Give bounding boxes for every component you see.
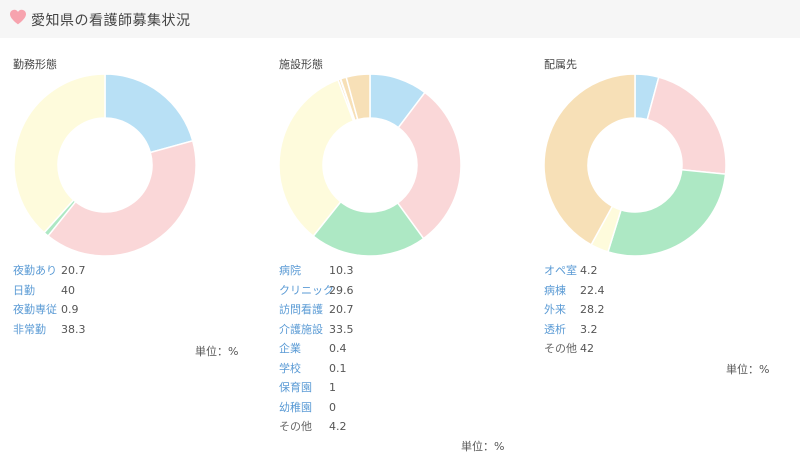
legend-label-link[interactable]: 夜勤専従 — [13, 300, 61, 320]
heart-icon — [10, 9, 26, 25]
legend-value: 42 — [580, 342, 594, 355]
legend-item: その他 42 — [544, 339, 605, 359]
legend-item: 夜勤専従 0.9 — [13, 300, 86, 320]
legend-item: その他 4.2 — [279, 417, 354, 437]
legend-label-link[interactable]: オペ室 — [544, 261, 580, 281]
donut-chart-facility-type — [278, 73, 462, 257]
donut-chart-work-style — [13, 73, 197, 257]
legend-item: 日勤 40 — [13, 281, 86, 301]
legend-item: 保育園 1 — [279, 378, 354, 398]
legend-item: 企業 0.4 — [279, 339, 354, 359]
legend-label-link[interactable]: 病棟 — [544, 281, 580, 301]
legend-label-link[interactable]: 幼稚園 — [279, 398, 329, 418]
legend-facility-type: 病院 10.3 クリニック29.6 訪問看護 20.7 介護施設 33.5 企業 0.4 学校 0.… — [279, 261, 354, 437]
legend-value: 22.4 — [580, 283, 605, 297]
unit-label-department: 単位：% — [726, 363, 770, 376]
legend-item: 透析 3.2 — [544, 320, 605, 340]
legend-value: 38.3 — [61, 322, 86, 336]
legend-label-link[interactable]: クリニック — [279, 281, 334, 301]
legend-item: 幼稚園 0 — [279, 398, 354, 418]
slice-0-3 — [13, 73, 106, 234]
legend-item: オペ室 4.2 — [544, 261, 605, 281]
legend-label-link[interactable]: 非常勤 — [13, 320, 61, 340]
chart-title-facility-type: 施設形態 — [279, 58, 323, 71]
legend-label-link[interactable]: 訪問看護 — [279, 300, 329, 320]
legend-label-link: その他 — [544, 342, 577, 355]
unit-label-facility-type: 単位：% — [461, 440, 505, 453]
legend-value: 33.5 — [329, 322, 354, 336]
legend-label-link[interactable]: 病院 — [279, 261, 329, 281]
slice-2-1 — [646, 76, 727, 175]
legend-item: 夜勤あり 20.7 — [13, 261, 86, 281]
legend-value: 20.7 — [61, 264, 86, 277]
legend-value: 20.7 — [329, 303, 354, 316]
legend-label-link[interactable]: 学校 — [279, 359, 329, 379]
legend-value: 28.2 — [580, 303, 605, 316]
chart-title-work-style: 勤務形態 — [13, 58, 57, 71]
legend-label-link[interactable]: 日勤 — [13, 281, 61, 301]
legend-item: 病棟 22.4 — [544, 281, 605, 301]
legend-item: 学校 0.1 — [279, 359, 354, 379]
legend-item: 病院 10.3 — [279, 261, 354, 281]
legend-value: 0.4 — [329, 342, 347, 355]
legend-label-link[interactable]: 介護施設 — [279, 320, 329, 340]
legend-value: 0 — [329, 400, 336, 414]
legend-department: オペ室 4.2 病棟 22.4 外来 28.2 透析 3.2 その他 42 — [544, 261, 605, 359]
legend-item: 外来 28.2 — [544, 300, 605, 320]
unit-label-work-style: 単位：% — [195, 345, 239, 358]
legend-label-link[interactable]: 企業 — [279, 339, 329, 359]
legend-item: 訪問看護 20.7 — [279, 300, 354, 320]
legend-value: 40 — [61, 283, 75, 297]
legend-value: 4.2 — [580, 264, 598, 277]
legend-label-link[interactable]: 保育園 — [279, 378, 329, 398]
donut-chart-department — [543, 73, 727, 257]
legend-value: 1 — [329, 381, 336, 394]
legend-label-link[interactable]: 透析 — [544, 320, 580, 340]
legend-value: 0.9 — [61, 303, 79, 316]
slice-0-0 — [104, 73, 194, 154]
legend-value: 10.3 — [329, 264, 354, 277]
legend-work-style: 夜勤あり 20.7 日勤 40 夜勤専従 0.9 非常勤 38.3 — [13, 261, 86, 339]
legend-value: 3.2 — [580, 322, 598, 336]
legend-item: 介護施設 33.5 — [279, 320, 354, 340]
legend-value: 0.1 — [329, 361, 347, 375]
legend-label-link: その他 — [279, 420, 312, 433]
legend-value: 29.6 — [329, 283, 354, 297]
slice-2-2 — [607, 168, 727, 257]
chart-title-department: 配属先 — [544, 58, 577, 71]
legend-label-link[interactable]: 夜勤あり — [13, 261, 61, 281]
legend-label-link[interactable]: 外来 — [544, 300, 580, 320]
legend-item: 非常勤 38.3 — [13, 320, 86, 340]
page-title: 愛知県の看護師募集状況 — [31, 13, 191, 29]
legend-item: クリニック29.6 — [279, 281, 354, 301]
page-header: 愛知県の看護師募集状況 — [0, 0, 800, 38]
legend-value: 4.2 — [329, 420, 347, 433]
